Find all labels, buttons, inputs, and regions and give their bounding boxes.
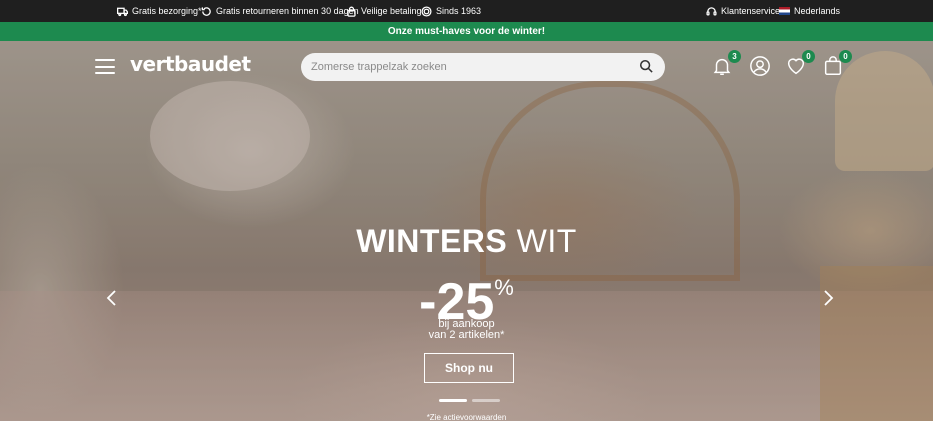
carousel-dot-2[interactable] [472,399,500,402]
lock-icon [347,6,356,17]
hero-discount-unit: % [494,275,514,300]
notifications-badge: 3 [728,50,741,63]
hero-headline-regular: WIT [516,223,577,259]
promo-banner[interactable]: Onze must-haves voor de winter! [0,22,933,41]
carousel-next-button[interactable] [821,289,835,307]
customer-service-label: Klantenservice [721,6,781,16]
search-icon [639,59,653,73]
top-utility-bar: Gratis bezorging* Gratis retourneren bin… [0,0,933,22]
usp-free-delivery-label: Gratis bezorging* [132,6,202,16]
flag-nl-icon [779,7,790,15]
hero-sub-line2: van 2 artikelen* [428,329,505,341]
carousel-indicators [439,399,500,402]
shop-now-label: Shop nu [445,361,493,375]
search-input[interactable] [311,61,639,73]
hero-headline: WINTERS WIT [0,223,933,260]
usp-free-delivery: Gratis bezorging* [117,0,202,22]
cart-button[interactable]: 0 [822,50,852,77]
wishlist-badge: 0 [802,50,815,63]
account-button[interactable] [749,55,771,77]
menu-line [95,59,115,61]
usp-since: Sinds 1963 [421,0,481,22]
carousel-dot-1[interactable] [439,399,467,402]
menu-button[interactable] [95,59,115,74]
cart-badge: 0 [839,50,852,63]
hero-footnote[interactable]: *Zie actievoorwaarden [0,413,933,421]
search-button[interactable] [639,59,655,75]
usp-secure-payment-label: Veilige betaling [361,6,422,16]
site-logo[interactable]: vertbaudet [130,52,251,76]
return-icon [201,6,211,16]
menu-line [95,65,115,68]
usp-secure-payment: Veilige betaling [346,0,422,22]
language-label: Nederlands [794,6,841,16]
usp-free-returns: Gratis retourneren binnen 30 dagen [201,0,359,22]
user-icon [750,56,770,76]
carousel-prev-button[interactable] [105,289,119,307]
customer-service-link[interactable]: Klantenservice [706,0,780,22]
truck-icon [117,7,128,16]
chevron-left-icon [106,290,116,306]
search-bar [301,53,665,81]
medal-icon [421,5,432,17]
notifications-button[interactable]: 3 [711,50,741,77]
menu-line [95,72,115,74]
wishlist-button[interactable]: 0 [785,50,815,77]
usp-since-label: Sinds 1963 [436,6,482,16]
promo-text: Onze must-haves voor de winter! [387,26,546,37]
shop-now-button[interactable]: Shop nu [424,353,514,383]
usp-free-returns-label: Gratis retourneren binnen 30 dagen [216,6,359,16]
language-selector[interactable]: Nederlands [779,0,840,22]
chevron-right-icon [824,290,834,306]
hero-headline-bold: WINTERS [356,223,508,259]
headset-icon [706,6,717,16]
